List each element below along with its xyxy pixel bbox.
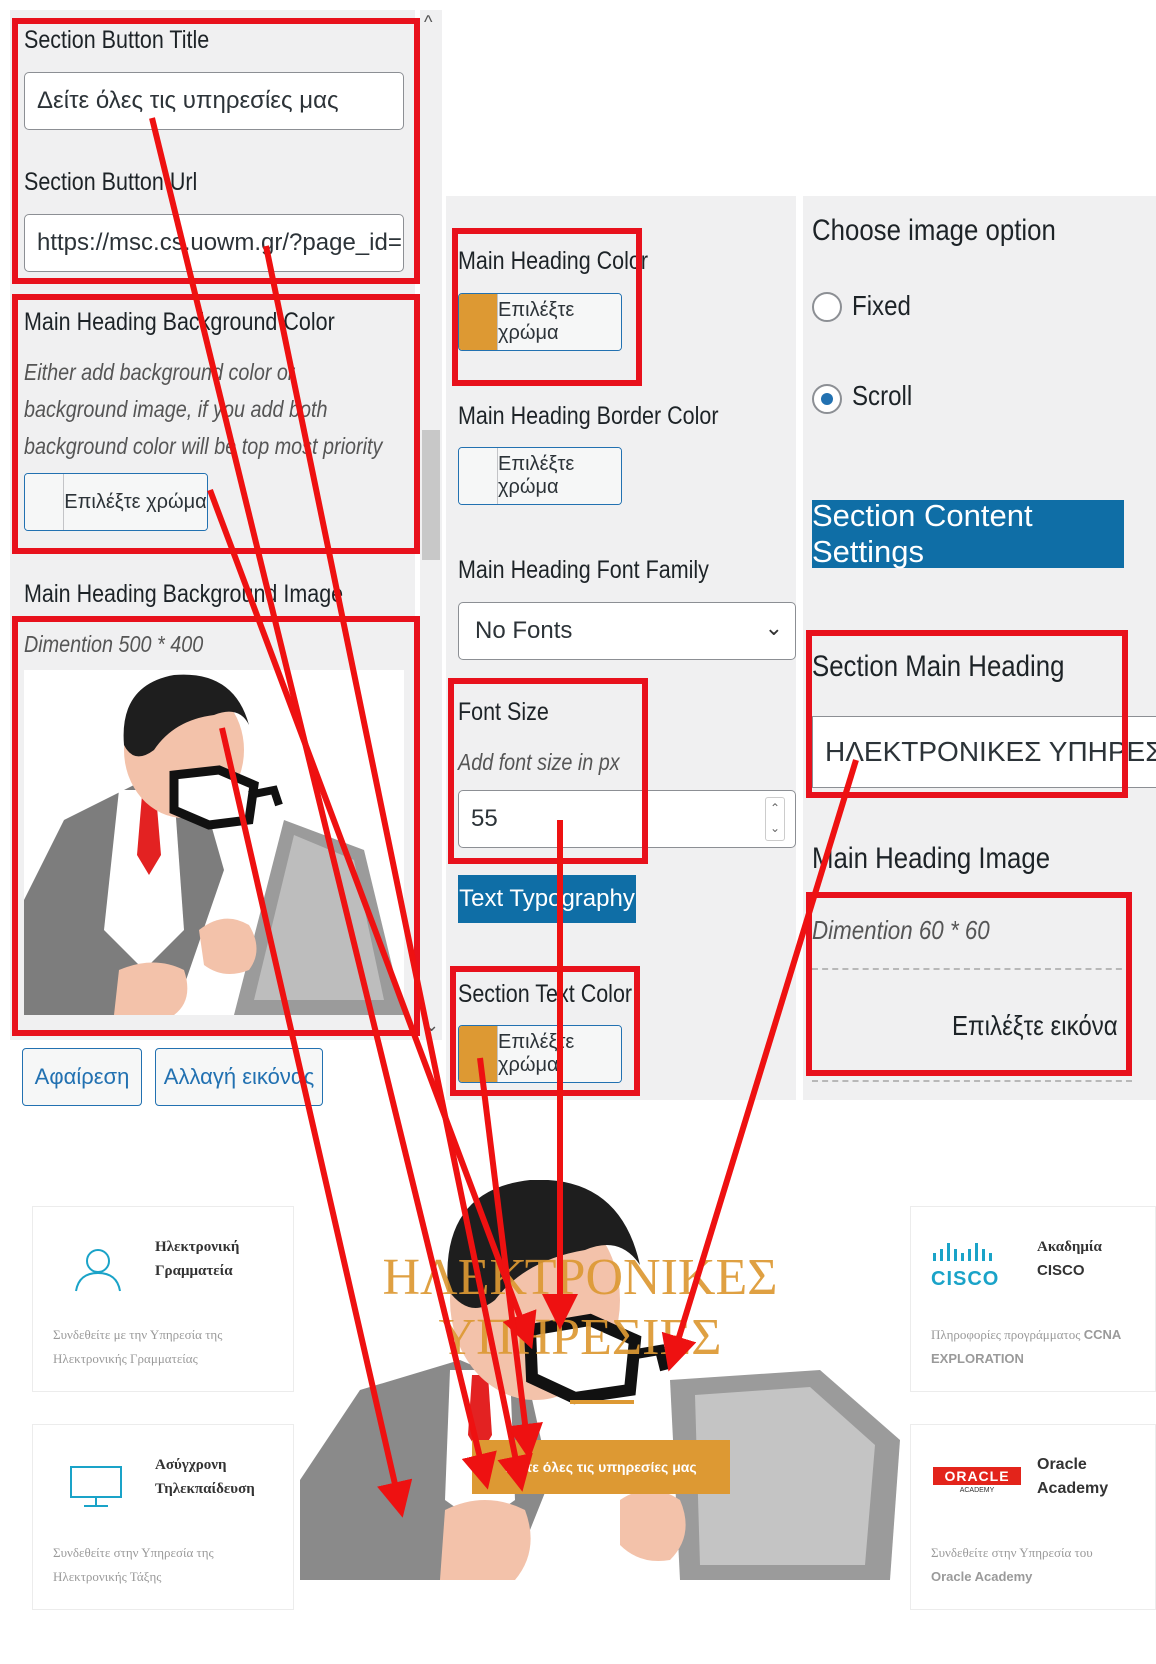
oracle-logo-text: ORACLE xyxy=(933,1467,1021,1485)
preview-heading-line2: ΥΠΗΡΕΣΙΕΣ xyxy=(438,1309,722,1366)
card-description-main: Πληροφορίες προγράμματος xyxy=(931,1327,1081,1342)
card-description: Πληροφορίες προγράμματος CCNA EXPLORATIO… xyxy=(931,1323,1156,1371)
service-card-cisco[interactable]: CISCO Ακαδημία CISCO Πληροφορίες προγράμ… xyxy=(910,1206,1156,1392)
user-icon xyxy=(75,1249,121,1292)
radio-fixed-label: Fixed xyxy=(852,290,911,321)
scroll-up-icon[interactable]: ^ xyxy=(424,12,432,33)
highlight-text-color xyxy=(450,966,640,1096)
scroll-down-icon[interactable]: ⌄ xyxy=(424,1015,439,1036)
text-typography-button[interactable]: Text Typography xyxy=(458,875,636,923)
font-family-select[interactable]: No Fonts ⌄ xyxy=(458,602,796,660)
card-title-line2: Academy xyxy=(1037,1480,1109,1497)
cisco-logo-text: CISCO xyxy=(931,1268,1000,1290)
font-family-label: Main Heading Font Family xyxy=(458,556,709,584)
monitor-icon xyxy=(70,1466,122,1507)
font-family-value: No Fonts xyxy=(475,617,573,644)
card-title: Ακαδημία CISCO xyxy=(1037,1235,1147,1283)
color-swatch xyxy=(459,448,498,504)
card-title: Ηλεκτρονική Γραμματεία xyxy=(155,1239,240,1279)
card-description-exploration: EXPLORATION xyxy=(931,1351,1024,1366)
cisco-logo: CISCO xyxy=(931,1243,1011,1291)
highlight-main-heading xyxy=(806,630,1128,798)
card-description: Συνδεθείτε στην Υπηρεσία του Oracle Acad… xyxy=(931,1541,1156,1589)
oracle-logo-subtext: ACADEMY xyxy=(959,1487,995,1494)
bg-image-label: Main Heading Background Image xyxy=(24,580,344,608)
card-title-line1: Ακαδημία xyxy=(1037,1239,1102,1255)
card-title-line2: CISCO xyxy=(1037,1262,1085,1279)
card-description: Συνδεθείτε στην Υπηρεσία της Ηλεκτρονική… xyxy=(53,1545,214,1584)
service-card-elearning[interactable]: Ασύγχρονη Τηλεκπαίδευση Συνδεθείτε στην … xyxy=(32,1424,294,1610)
border-color-picker[interactable]: Επιλέξτε χρώμα xyxy=(458,447,622,505)
highlight-bg-image xyxy=(12,616,420,1036)
card-title: Oracle Academy xyxy=(1037,1453,1147,1501)
section-content-settings-button[interactable]: Section Content Settings xyxy=(812,498,1124,569)
chevron-down-icon: ⌄ xyxy=(764,615,783,640)
preview-background-cartoon xyxy=(300,1180,900,1580)
heading-underline xyxy=(570,1400,634,1404)
scrollbar[interactable]: ^ ⌄ xyxy=(420,10,442,1040)
card-description-ccna: CCNA xyxy=(1083,1327,1122,1342)
choose-color-label: Επιλέξτε χρώμα xyxy=(498,448,621,504)
card-description-main: Συνδεθείτε στην Υπηρεσία του xyxy=(931,1545,1093,1560)
highlight-bg-color xyxy=(12,294,420,554)
radio-fixed[interactable] xyxy=(812,292,842,322)
highlight-font-size xyxy=(448,678,648,864)
border-color-label: Main Heading Border Color xyxy=(458,402,719,430)
spinner-icon[interactable]: ⌃ ⌄ xyxy=(765,797,785,841)
radio-scroll[interactable] xyxy=(812,384,842,414)
highlight-button-settings xyxy=(12,18,420,284)
service-card-secretariat[interactable]: Ηλεκτρονική Γραμματεία Συνδεθείτε με την… xyxy=(32,1206,294,1392)
scrollbar-thumb[interactable] xyxy=(422,430,440,560)
highlight-heading-color xyxy=(452,228,642,386)
heading-image-label: Main Heading Image xyxy=(812,842,1051,875)
preview-main-heading: ΗΛΕΚΤΡΟΝΙΚΕΣ ΥΠΗΡΕΣΙΕΣ xyxy=(340,1248,820,1368)
card-title: Ασύγχρονη Τηλεκπαίδευση xyxy=(155,1457,255,1497)
oracle-logo: ORACLE ACADEMY xyxy=(933,1467,1021,1494)
radio-dot xyxy=(821,393,833,405)
image-option-label: Choose image option xyxy=(812,214,1056,247)
radio-scroll-label: Scroll xyxy=(852,380,913,411)
card-description: Συνδεθείτε με την Υπηρεσία της Ηλεκτρονι… xyxy=(53,1327,223,1366)
cisco-bars-icon xyxy=(933,1243,992,1261)
preview-services-button[interactable]: Δείτε όλες τις υπηρεσίες μας xyxy=(472,1440,730,1494)
remove-image-button[interactable]: Αφαίρεση xyxy=(22,1048,142,1106)
service-card-oracle[interactable]: ORACLE ACADEMY Oracle Academy Συνδεθείτε… xyxy=(910,1424,1156,1610)
card-title-line1: Oracle xyxy=(1037,1456,1087,1473)
highlight-heading-image xyxy=(806,892,1132,1076)
card-description-oracle: Oracle Academy xyxy=(931,1569,1033,1584)
preview-heading-line1: ΗΛΕΚΤΡΟΝΙΚΕΣ xyxy=(382,1249,778,1306)
change-image-button[interactable]: Αλλαγή εικόνας xyxy=(155,1048,323,1106)
